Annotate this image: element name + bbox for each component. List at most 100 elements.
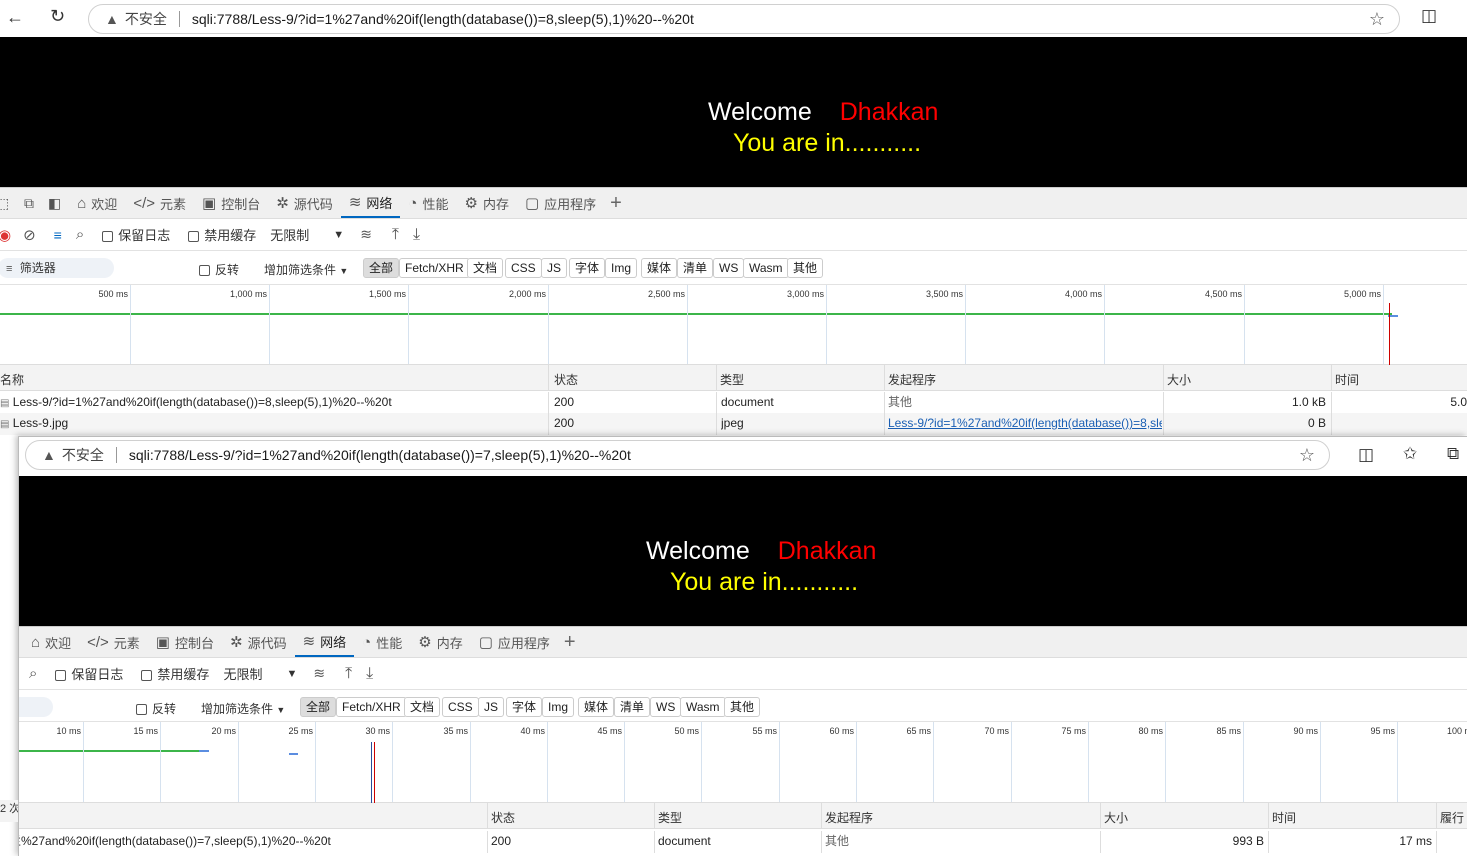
record-icon[interactable]: ◉ (0, 226, 11, 244)
filter-input[interactable]: ≡ 筛选器 (0, 258, 114, 278)
filter-pill[interactable]: 媒体 (578, 697, 615, 717)
warning-icon[interactable]: ▲ (42, 447, 56, 463)
col-type[interactable]: 类型 (720, 371, 744, 388)
throttle-select[interactable]: 无限制 (270, 225, 309, 244)
tab-performance[interactable]: ◔ 性能 (400, 188, 456, 218)
filter-pill[interactable]: 清单 (614, 697, 651, 717)
table-row[interactable]: ▤ Less-9.jpg 200 jpeg Less-9/?id=1%27and… (0, 413, 1467, 435)
network-conditions-icon[interactable]: ≋ (360, 226, 372, 243)
dock-icon[interactable]: ◧ (48, 195, 61, 212)
filter-pill[interactable]: Wasm (680, 697, 726, 717)
filter-pill[interactable]: 字体 (506, 697, 543, 717)
filter-pill[interactable]: Fetch/XHR (336, 697, 407, 717)
more-filters-dropdown[interactable]: 增加筛选条件 ▼ (201, 700, 285, 717)
tab-application[interactable]: ▢ 应用程序 (471, 627, 558, 657)
filter-pill[interactable]: JS (541, 258, 568, 278)
col-size[interactable]: 大小 (1104, 809, 1128, 826)
favorite-star-icon[interactable]: ☆ (1369, 9, 1385, 30)
refresh-icon[interactable]: ↻ (50, 6, 65, 27)
url-text[interactable]: sqli:7788/Less-9/?id=1%27and%20if(length… (192, 11, 694, 27)
col-status[interactable]: 状态 (491, 809, 515, 826)
filter-pill[interactable]: CSS (505, 258, 542, 278)
url-text[interactable]: sqli:7788/Less-9/?id=1%27and%20if(length… (129, 447, 631, 463)
filter-pill[interactable]: 其他 (787, 258, 824, 278)
filter-pill[interactable]: 全部 (363, 258, 400, 278)
preserve-log-checkbox[interactable]: 保留日志 (55, 664, 123, 683)
filter-pill[interactable]: Wasm (743, 258, 789, 278)
tab-sources[interactable]: ✲ 源代码 (222, 627, 295, 657)
device-icon[interactable]: ⧉ (24, 195, 34, 212)
back-icon[interactable]: ← (6, 7, 24, 28)
address-bar[interactable]: ▲ 不安全 sqli:7788/Less-9/?id=1%27and%20if(… (88, 4, 1400, 34)
tab-welcome[interactable]: ⌂ 欢迎 (23, 627, 79, 657)
more-filters-dropdown[interactable]: 增加筛选条件 ▼ (264, 261, 348, 278)
not-secure-label[interactable]: 不安全 (62, 445, 104, 465)
col-time[interactable]: 时间 (1335, 371, 1359, 388)
tab-application[interactable]: ▢ 应用程序 (517, 188, 604, 218)
tab-performance[interactable]: ◔ 性能 (354, 627, 410, 657)
col-size[interactable]: 大小 (1167, 371, 1191, 388)
import-icon[interactable]: ⤒ (392, 226, 399, 244)
filter-pill[interactable]: 清单 (677, 258, 714, 278)
col-initiator[interactable]: 发起程序 (888, 371, 936, 388)
not-secure-label[interactable]: 不安全 (125, 9, 167, 29)
filter-pill[interactable]: 文档 (467, 258, 504, 278)
invert-checkbox[interactable]: 反转 (199, 261, 239, 278)
tab-console[interactable]: ▣ 控制台 (194, 188, 268, 218)
tab-sources[interactable]: ✲ 源代码 (268, 188, 341, 218)
filter-icon[interactable]: ≡ (54, 227, 62, 243)
filter-pill[interactable]: WS (713, 258, 745, 278)
clear-icon[interactable]: ⊘ (23, 226, 36, 244)
filter-pill[interactable]: Img (605, 258, 638, 278)
address-bar[interactable]: ▲ 不安全 sqli:7788/Less-9/?id=1%27and%20if(… (25, 440, 1330, 470)
tab-network[interactable]: ≋ 网络 (294, 627, 355, 657)
filter-pill[interactable]: Fetch/XHR (399, 258, 470, 278)
initiator-link[interactable]: Less-9/?id=1%27and%20if(length(database(… (888, 416, 1162, 430)
filter-pill[interactable]: 文档 (404, 697, 441, 717)
tab-memory[interactable]: ⚙ 内存 (410, 627, 470, 657)
split-screen-icon[interactable]: ◫ (1421, 6, 1437, 26)
warning-icon[interactable]: ▲ (105, 11, 119, 27)
throttle-select[interactable]: 无限制 (223, 664, 262, 683)
network-conditions-icon[interactable]: ≋ (313, 665, 325, 682)
add-tab-icon[interactable]: + (564, 631, 576, 654)
col-time[interactable]: 时间 (1272, 809, 1296, 826)
col-initiator[interactable]: 发起程序 (825, 809, 873, 826)
tab-network[interactable]: ≋ 网络 (340, 188, 401, 218)
filter-pill[interactable]: 媒体 (641, 258, 678, 278)
favorites-icon[interactable]: ✩ (1403, 444, 1417, 464)
filter-pill[interactable]: CSS (442, 697, 479, 717)
filter-pill[interactable]: Img (542, 697, 575, 717)
add-tab-icon[interactable]: + (610, 192, 622, 215)
chevron-down-icon[interactable]: ▼ (333, 229, 344, 241)
filter-pill[interactable]: 字体 (569, 258, 606, 278)
search-icon[interactable]: ⌕ (76, 226, 84, 243)
tab-console[interactable]: ▣ 控制台 (148, 627, 222, 657)
export-icon[interactable]: ⤓ (366, 665, 373, 683)
disable-cache-checkbox[interactable]: 禁用缓存 (188, 225, 256, 244)
filter-pill[interactable]: 全部 (300, 697, 337, 717)
search-icon[interactable]: ⌕ (29, 665, 37, 682)
tab-elements[interactable]: </> 元素 (125, 188, 194, 218)
tab-elements[interactable]: </> 元素 (79, 627, 148, 657)
table-row[interactable]: ▤ Less-9/?id=1%27and%20if(length(databas… (0, 392, 1467, 413)
col-status[interactable]: 状态 (554, 371, 578, 388)
filter-pill[interactable]: WS (650, 697, 682, 717)
preserve-log-checkbox[interactable]: 保留日志 (102, 225, 170, 244)
col-name[interactable]: 名称 (0, 371, 24, 388)
filter-pill[interactable]: 其他 (724, 697, 761, 717)
col-fulfilled[interactable]: 履行 (1440, 809, 1464, 826)
table-row[interactable]: 拦%27and%20if(length(database())=7,sleep(… (19, 831, 1467, 853)
split-screen-icon[interactable]: ◫ (1358, 445, 1374, 465)
tab-welcome[interactable]: ⌂ 欢迎 (69, 188, 125, 218)
import-icon[interactable]: ⤒ (345, 665, 352, 683)
collections-icon[interactable]: ⧉ (1447, 444, 1459, 464)
col-type[interactable]: 类型 (658, 809, 682, 826)
filter-input[interactable] (19, 697, 53, 717)
filter-pill[interactable]: JS (478, 697, 505, 717)
disable-cache-checkbox[interactable]: 禁用缓存 (141, 664, 209, 683)
export-icon[interactable]: ⤓ (413, 226, 420, 244)
inspect-icon[interactable]: ⬚ (0, 195, 9, 212)
invert-checkbox[interactable]: 反转 (136, 700, 176, 717)
tab-memory[interactable]: ⚙ 内存 (456, 188, 516, 218)
